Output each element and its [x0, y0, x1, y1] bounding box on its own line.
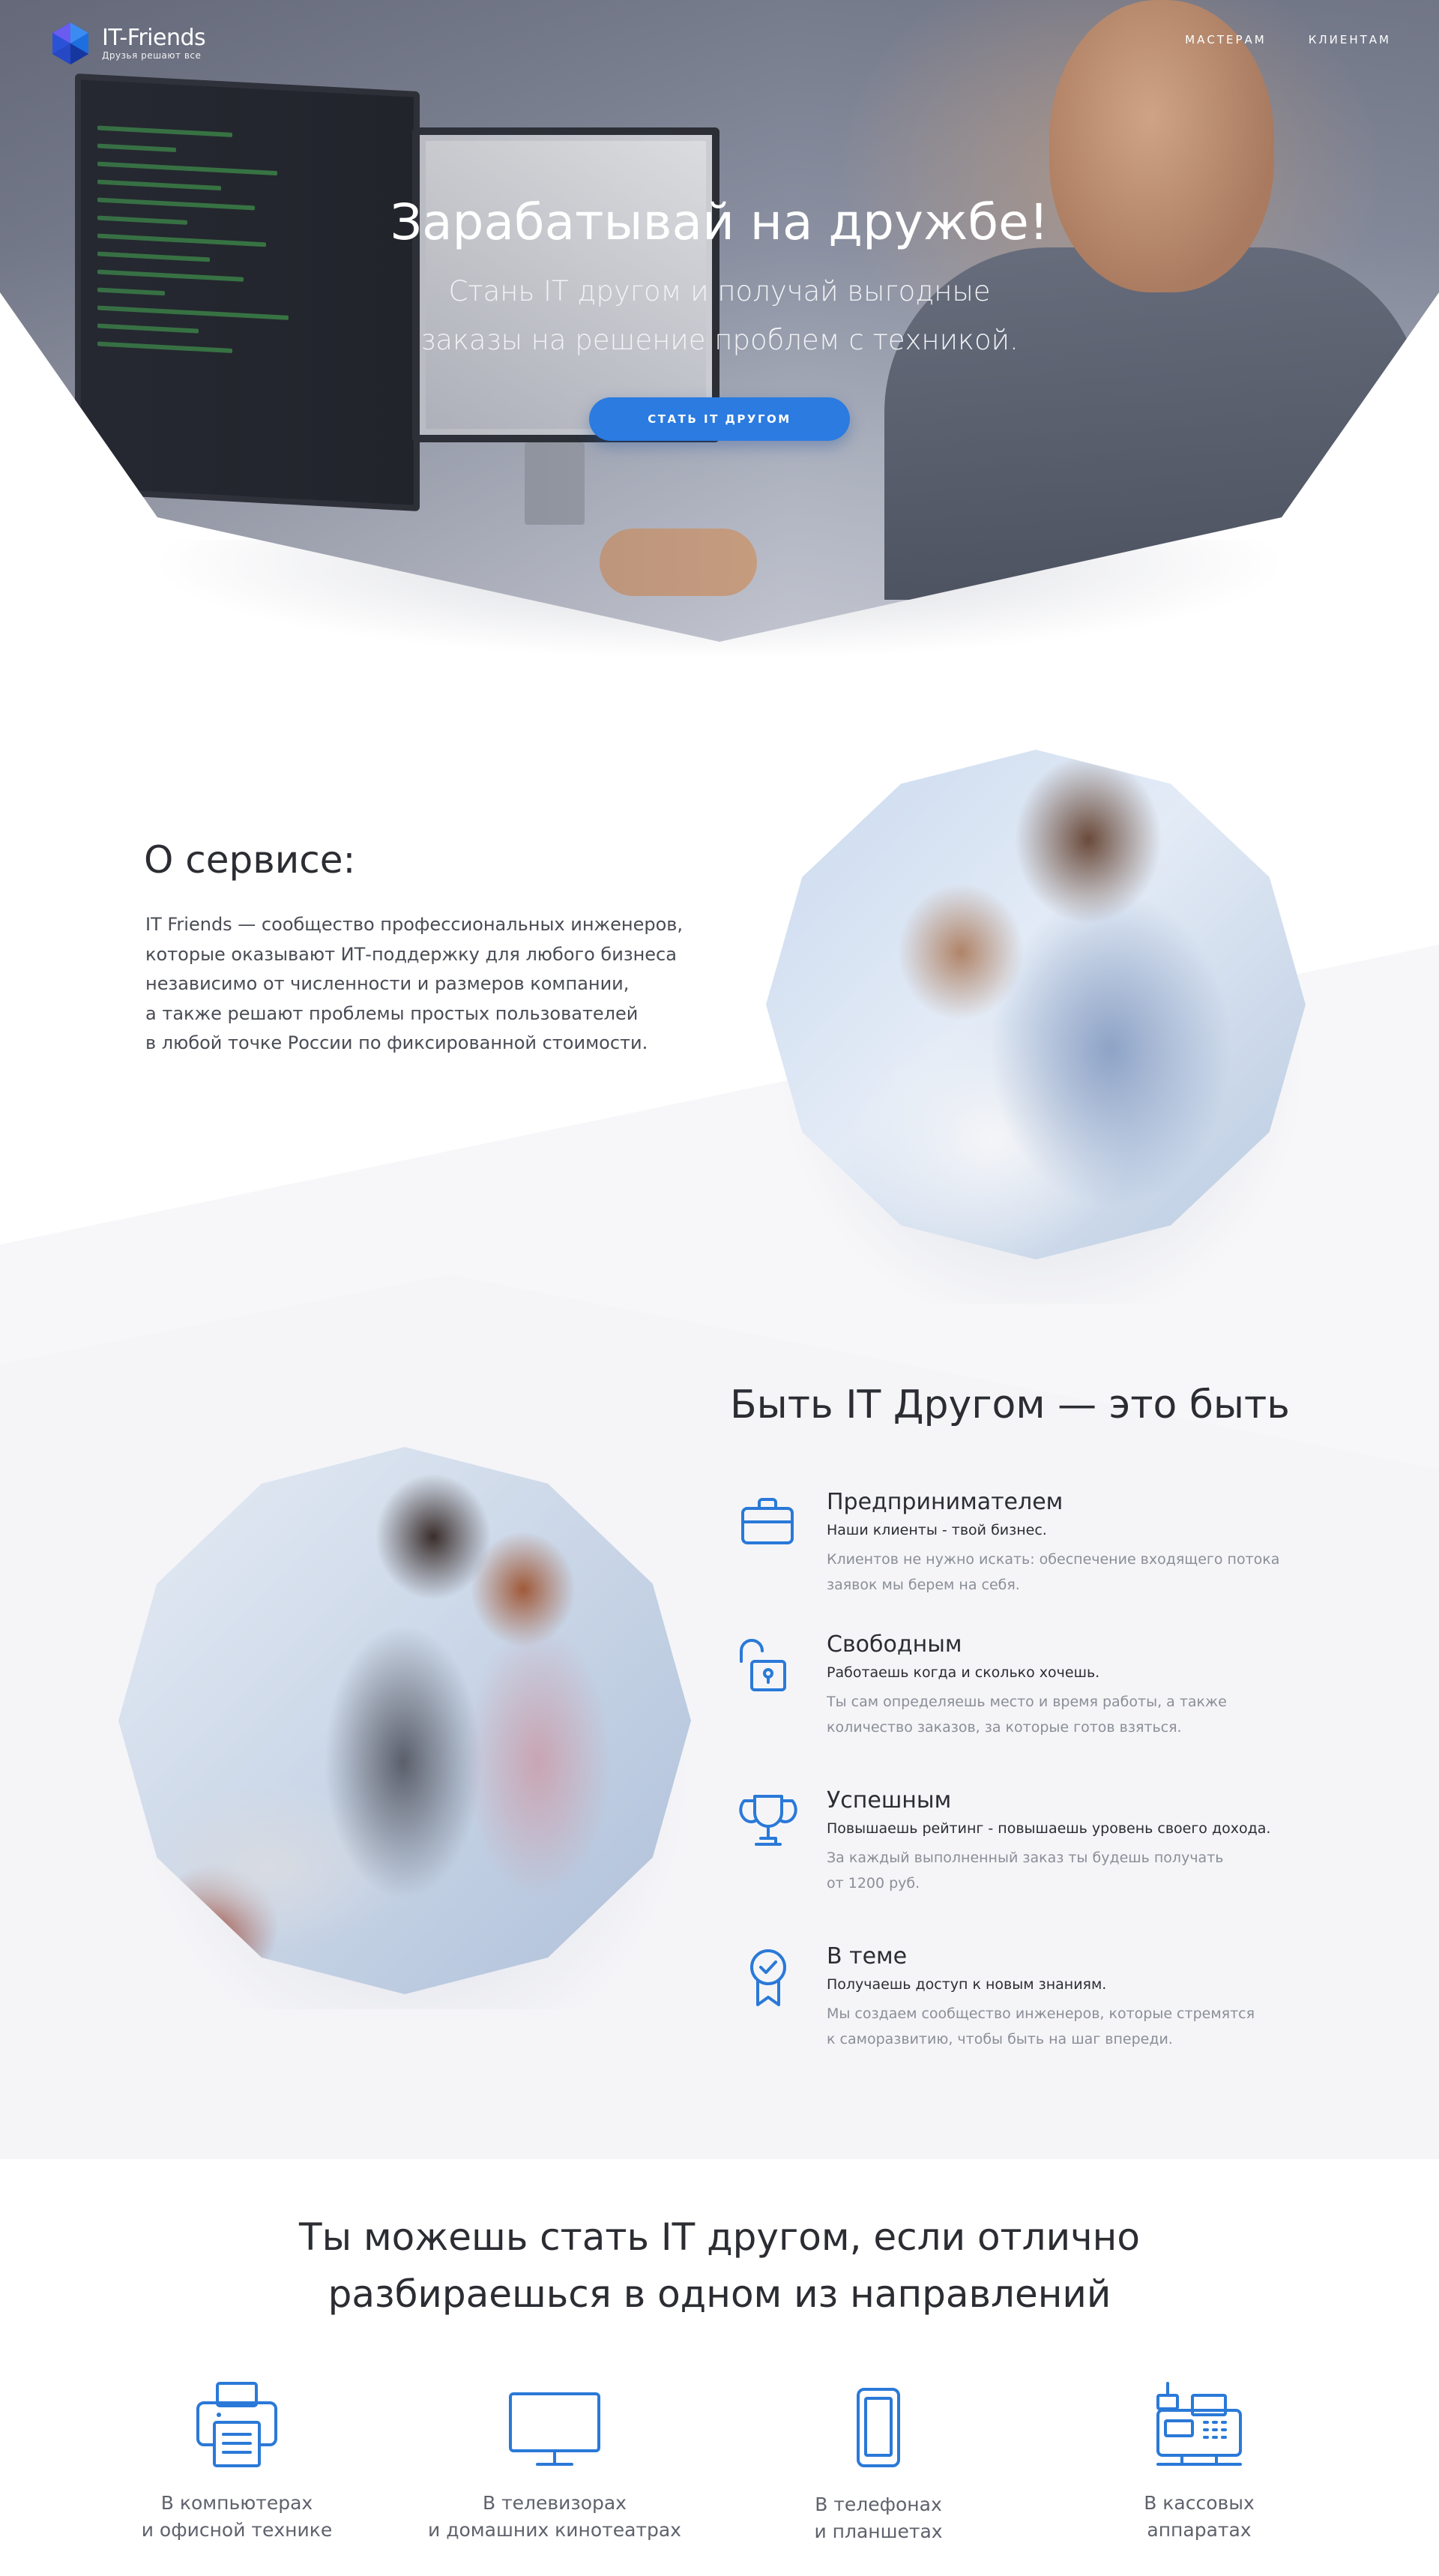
about-line: а также решают проблемы простых пользова…	[145, 1002, 639, 1024]
about-line: независимо от численности и размеров ком…	[145, 973, 630, 994]
hero-section: IT-Friends Друзья решают все МАСТЕРАМ КЛ…	[0, 0, 1439, 660]
benefit-description: Ты сам определяешь место и время работы,…	[827, 1689, 1306, 1740]
directions-title-line: разбираешься в одном из направлений	[328, 2272, 1111, 2316]
hero-subtitle-line: заказы на решение проблем с техникой.	[420, 324, 1019, 356]
logo-mark-icon	[52, 22, 88, 64]
direction-label-line: и офисной технике	[141, 2519, 333, 2541]
hero-subtitle-line: Стань IT другом и получай выгодные	[448, 275, 991, 307]
benefit-description-line: Ты сам определяешь место и время работы,…	[827, 1694, 1227, 1710]
benefit-lead: Повышаешь рейтинг - повышаешь уровень св…	[827, 1820, 1271, 1837]
award-badge-icon	[750, 1949, 786, 2006]
benefits-title: Быть IT Другом — это быть	[730, 1382, 1290, 1427]
about-line: в любой точке России по фиксированной ст…	[145, 1032, 648, 1053]
hero-subtitle: Стань IT другом и получай выгодные заказ…	[0, 267, 1439, 364]
unlocked-padlock-icon	[740, 1639, 786, 1691]
benefit-description-line: За каждый выполненный заказ ты будешь по…	[827, 1850, 1224, 1866]
benefit-description: За каждый выполненный заказ ты будешь по…	[827, 1845, 1306, 1896]
brand-name: IT-Friends	[102, 25, 206, 51]
benefit-description-line: Клиентов не нужно искать: обеспечение вх…	[827, 1551, 1280, 1568]
benefit-description: Мы создаем сообщество инженеров, которые…	[827, 2001, 1306, 2052]
tv-monitor-icon	[509, 2392, 600, 2466]
about-description: IT Friends — сообщество профессиональных…	[145, 910, 715, 1059]
direction-label: В кассовых аппаратах	[1042, 2490, 1357, 2544]
about-line: IT Friends — сообщество профессиональных…	[145, 914, 684, 935]
direction-label-line: В телевизорах	[483, 2492, 627, 2514]
benefit-lead: Наши клиенты - твой бизнес.	[827, 1522, 1047, 1538]
benefit-title: В теме	[827, 1943, 908, 1969]
about-title: О сервисе:	[144, 838, 356, 882]
benefit-lead: Работаешь когда и сколько хочешь.	[827, 1664, 1100, 1681]
benefit-title: Предпринимателем	[827, 1489, 1064, 1515]
about-line: которые оказывают ИТ-поддержку для любог…	[145, 943, 677, 965]
direction-label: В компьютерах и офисной технике	[79, 2490, 394, 2544]
hero-title: Зарабатывай на дружбе!	[390, 193, 1049, 251]
benefit-title: Успешным	[827, 1787, 952, 1814]
direction-label-line: и домашних кинотеатрах	[428, 2519, 681, 2541]
direction-item-tv: В телевизорах и домашних кинотеатрах	[397, 2380, 712, 2544]
direction-label-line: и планшетах	[814, 2521, 943, 2542]
direction-label-line: В кассовых	[1144, 2492, 1255, 2514]
nav-link-masters[interactable]: МАСТЕРАМ	[1185, 33, 1267, 46]
nav-link-clients[interactable]: КЛИЕНТАМ	[1309, 33, 1391, 46]
benefit-description-line: Мы создаем сообщество инженеров, которые…	[827, 2005, 1255, 2022]
benefit-lead: Получаешь доступ к новым знаниям.	[827, 1976, 1107, 1993]
smartphone-icon	[857, 2388, 900, 2467]
direction-label-line: В телефонах	[815, 2494, 942, 2515]
benefit-title: Свободным	[827, 1631, 962, 1658]
directions-title-line: Ты можешь стать IT другом, если отлично	[299, 2215, 1140, 2259]
benefit-description-line: заявок мы берем на себя.	[827, 1577, 1020, 1593]
direction-label-line: В компьютерах	[160, 2492, 313, 2514]
brand-logo[interactable]: IT-Friends Друзья решают все	[48, 21, 206, 66]
top-navigation: МАСТЕРАМ КЛИЕНТАМ	[1185, 33, 1391, 46]
printer-icon	[196, 2382, 277, 2467]
brand-tagline: Друзья решают все	[102, 50, 202, 61]
briefcase-icon	[741, 1498, 794, 1544]
direction-item-cash-registers: В кассовых аппаратах	[1042, 2380, 1357, 2544]
benefit-description-line: количество заказов, за которые готов взя…	[827, 1719, 1182, 1736]
benefit-description-line: от 1200 руб.	[827, 1875, 920, 1892]
direction-label: В телевизорах и домашних кинотеатрах	[397, 2490, 712, 2544]
direction-item-phones: В телефонах и планшетах	[721, 2380, 1036, 2545]
direction-label: В телефонах и планшетах	[721, 2491, 1036, 2545]
cash-register-icon	[1156, 2382, 1242, 2466]
become-it-friend-button[interactable]: СТАТЬ IT ДРУГОМ	[589, 397, 850, 441]
direction-label-line: аппаратах	[1147, 2519, 1252, 2541]
benefit-description: Клиентов не нужно искать: обеспечение вх…	[827, 1547, 1306, 1598]
direction-item-computers: В компьютерах и офисной технике	[79, 2380, 394, 2544]
benefit-description-line: к саморазвитию, чтобы быть на шаг вперед…	[827, 2031, 1173, 2047]
directions-title: Ты можешь стать IT другом, если отлично …	[0, 2209, 1439, 2323]
trophy-icon	[739, 1795, 797, 1846]
